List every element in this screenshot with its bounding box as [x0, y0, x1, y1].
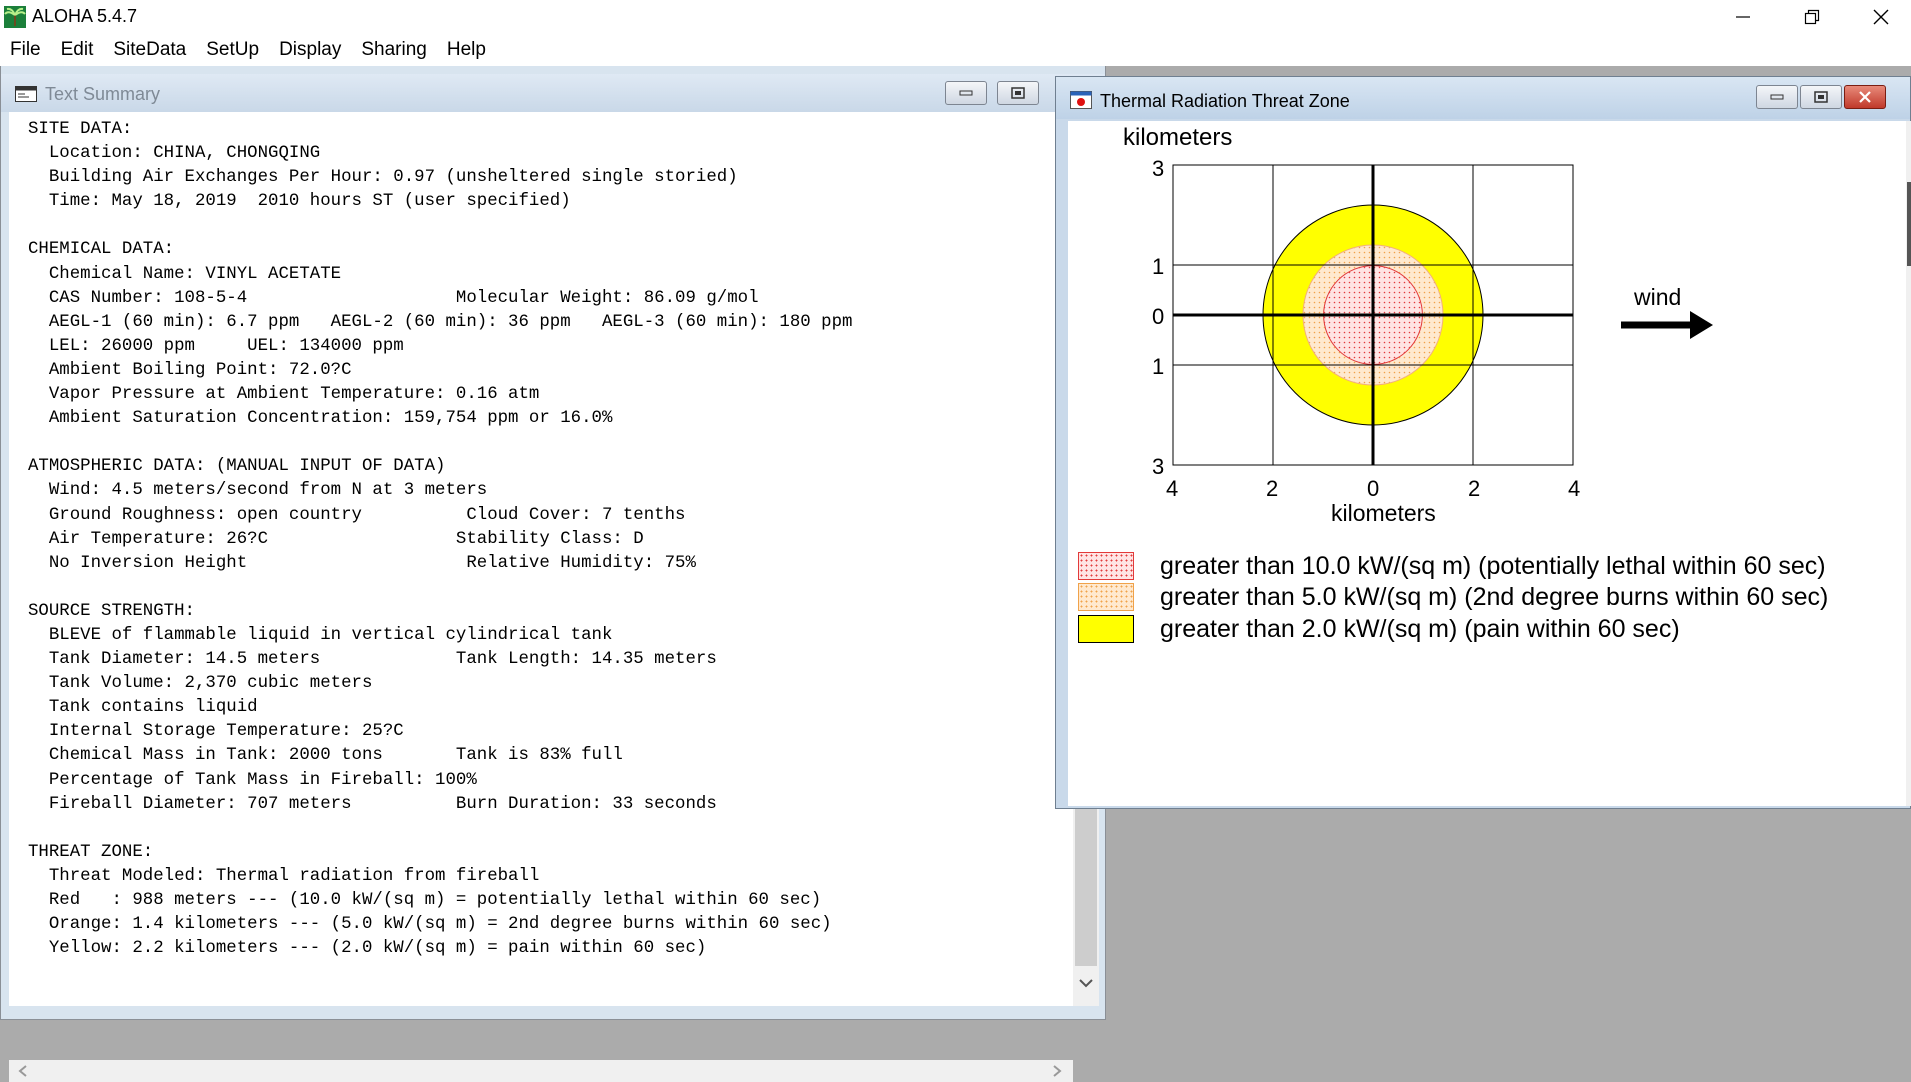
x-tick-label: 2: [1468, 476, 1480, 501]
app-titlebar: ALOHA 5.4.7: [0, 0, 1911, 34]
text-summary-minimize-button[interactable]: [945, 81, 987, 105]
legend-red-text: greater than 10.0 kW/(sq m) (potentially…: [1160, 551, 1826, 580]
legend-orange-swatch: [1078, 583, 1134, 611]
text-summary-titlebar[interactable]: Text Summary: [1, 74, 1105, 112]
x-tick-label: 2: [1266, 476, 1278, 501]
threat-zone-minimize-button[interactable]: [1756, 85, 1798, 109]
text-summary-horizontal-scrollbar[interactable]: [9, 1060, 1073, 1082]
app-title: ALOHA 5.4.7: [32, 6, 138, 26]
x-tick-label: 0: [1367, 476, 1379, 501]
close-icon: [1873, 9, 1889, 25]
y-tick-label: 1: [1152, 354, 1164, 379]
menu-help[interactable]: Help: [437, 34, 496, 66]
legend-red-zone: greater than 10.0 kW/(sq m) (potentially…: [1078, 552, 1826, 580]
minimize-icon: [1770, 94, 1784, 100]
legend-yellow-zone: greater than 2.0 kW/(sq m) (pain within …: [1078, 615, 1680, 643]
legend-orange-zone: greater than 5.0 kW/(sq m) (2nd degree b…: [1078, 583, 1828, 611]
legend-yellow-text: greater than 2.0 kW/(sq m) (pain within …: [1160, 614, 1680, 643]
text-summary-title: Text Summary: [45, 84, 161, 104]
y-axis-unit-label: kilometers: [1123, 124, 1232, 151]
threat-zone-titlebar[interactable]: Thermal Radiation Threat Zone: [1056, 77, 1910, 119]
close-icon: [1859, 91, 1871, 103]
menu-file[interactable]: File: [0, 34, 51, 66]
threat-zone-maximize-button[interactable]: [1800, 85, 1842, 109]
minimize-icon: [1736, 16, 1750, 18]
scroll-left-icon[interactable]: [17, 1064, 29, 1078]
y-tick-label: 3: [1152, 156, 1164, 181]
legend-yellow-swatch: [1078, 615, 1134, 643]
threat-zone-window: Thermal Radiation Threat Zone kilometers…: [1055, 76, 1911, 809]
threat-zone-title: Thermal Radiation Threat Zone: [1100, 91, 1350, 111]
threat-zone-close-button[interactable]: [1844, 85, 1886, 109]
scroll-down-icon[interactable]: [1077, 976, 1095, 990]
threat-zone-window-icon: [1070, 91, 1092, 109]
text-window-icon: [15, 86, 37, 102]
minimize-button[interactable]: [1714, 0, 1772, 34]
legend-orange-text: greater than 5.0 kW/(sq m) (2nd degree b…: [1160, 582, 1829, 611]
aloha-palm-icon: [4, 6, 26, 28]
legend-red-swatch: [1078, 552, 1134, 580]
threat-zone-plot: kilometers 3 1 0 1 3 4 2 0 2 4 kilometer…: [1123, 124, 1713, 526]
threat-zone-content: kilometers 3 1 0 1 3 4 2 0 2 4 kilometer…: [1068, 121, 1910, 806]
minimize-icon: [959, 90, 973, 96]
x-tick-label: 4: [1166, 476, 1178, 501]
x-axis-unit-label: kilometers: [1331, 500, 1436, 526]
x-tick-label: 4: [1568, 476, 1580, 501]
menu-sharing[interactable]: Sharing: [351, 34, 437, 66]
menu-setup[interactable]: SetUp: [196, 34, 269, 66]
restore-button[interactable]: [1783, 0, 1841, 34]
threat-zone-scroll-thumb[interactable]: [1907, 182, 1911, 266]
maximize-icon: [1814, 91, 1828, 103]
wind-label: wind: [1633, 284, 1681, 310]
text-summary-text: SITE DATA: Location: CHINA, CHONGQING Bu…: [28, 120, 853, 959]
text-summary-window: Text Summary SITE DATA: Location: CHINA,…: [0, 66, 1106, 1082]
y-tick-label: 1: [1152, 254, 1164, 279]
menu-sitedata[interactable]: SiteData: [103, 34, 196, 66]
scroll-right-icon[interactable]: [1051, 1064, 1063, 1078]
menu-bar: File Edit SiteData SetUp Display Sharing…: [0, 34, 1911, 66]
threat-zone-plot-area: [1172, 164, 1574, 466]
menu-display[interactable]: Display: [269, 34, 351, 66]
y-tick-label: 3: [1152, 454, 1164, 479]
y-tick-label: 0: [1152, 304, 1164, 329]
text-summary-content[interactable]: SITE DATA: Location: CHINA, CHONGQING Bu…: [9, 112, 1073, 1006]
close-button[interactable]: [1852, 0, 1910, 34]
restore-icon: [1804, 9, 1820, 25]
maximize-icon: [1011, 87, 1025, 99]
text-summary-maximize-button[interactable]: [997, 81, 1039, 105]
wind-arrow-icon: [1621, 311, 1713, 339]
menu-edit[interactable]: Edit: [51, 34, 104, 66]
